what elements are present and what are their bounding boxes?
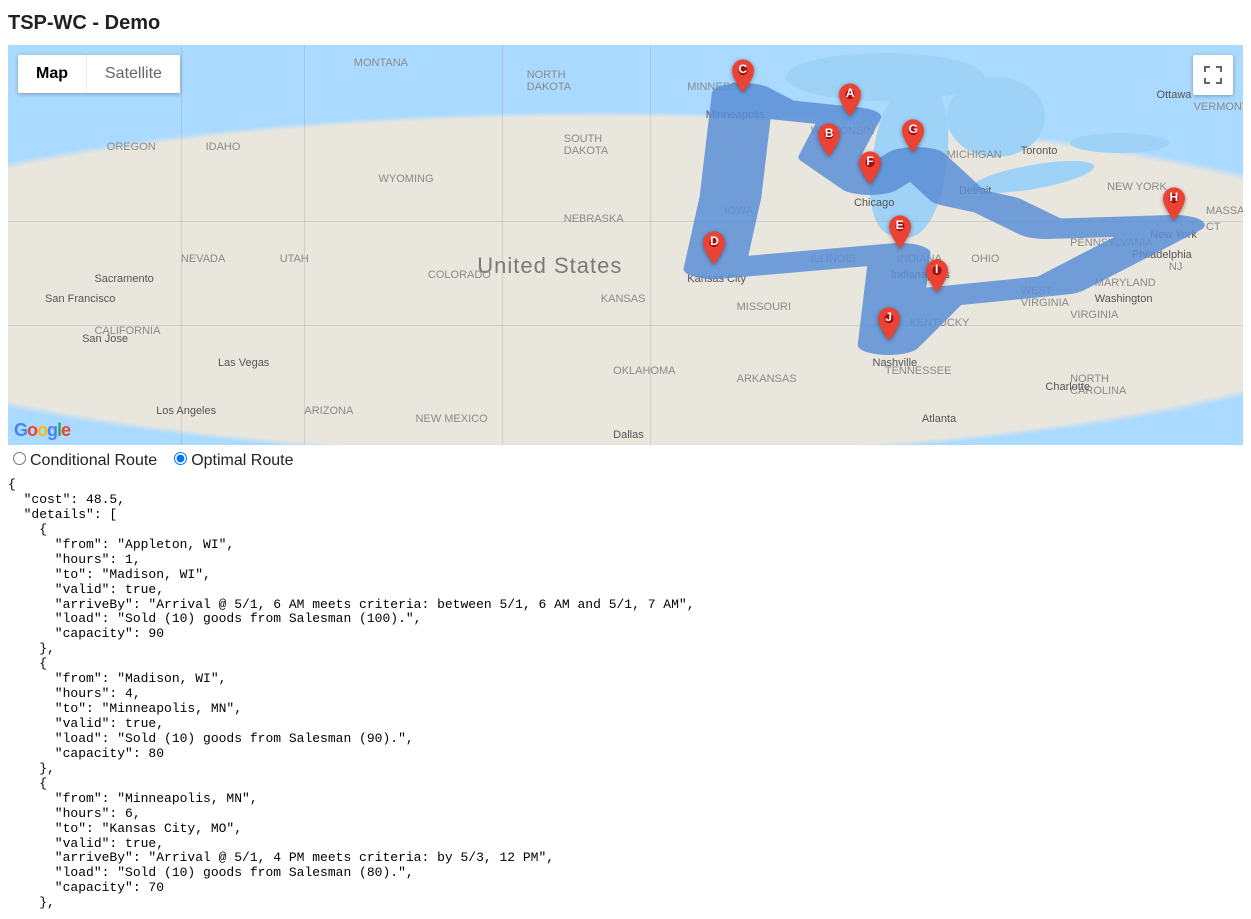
state-label: MISSOURI: [737, 301, 791, 313]
city-label: Atlanta: [922, 413, 956, 425]
map-marker-b[interactable]: B: [818, 123, 840, 157]
state-label: NEVADA: [181, 253, 225, 265]
state-label: MASSAC: [1206, 205, 1243, 217]
marker-letter: B: [818, 126, 840, 140]
state-label: NEBRASKA: [564, 213, 624, 225]
state-label: NJ: [1169, 261, 1182, 273]
map-marker-j[interactable]: J: [878, 307, 900, 341]
state-border: [650, 45, 651, 445]
city-label: Dallas: [613, 429, 644, 441]
map-type-satellite-button[interactable]: Satellite: [86, 55, 180, 93]
state-label: KENTUCKY: [910, 317, 970, 329]
city-label: San Jose: [82, 333, 128, 345]
state-label: VIRGINIA: [1070, 309, 1118, 321]
google-logo: Google: [14, 420, 70, 441]
city-label: Toronto: [1021, 145, 1058, 157]
fullscreen-icon: [1204, 66, 1222, 84]
state-label: OHIO: [971, 253, 999, 265]
map-type-control: Map Satellite: [18, 55, 180, 93]
state-label: KANSAS: [601, 293, 646, 305]
marker-letter: C: [732, 62, 754, 76]
city-label: Kansas City: [687, 273, 746, 285]
state-border: [304, 45, 305, 445]
lake-superior: [786, 53, 984, 101]
marker-letter: E: [889, 218, 911, 232]
map-center-label: United States: [477, 253, 622, 279]
city-label: Washington: [1095, 293, 1153, 305]
state-border: [8, 325, 1243, 326]
state-label: IDAHO: [206, 141, 241, 153]
city-label: Chicago: [854, 197, 894, 209]
route-option-radio-opt[interactable]: [174, 452, 187, 465]
state-label: MICHIGAN: [947, 149, 1002, 161]
state-label: NORTHDAKOTA: [527, 69, 571, 93]
state-label: NEW YORK: [1107, 181, 1167, 193]
city-label: Los Angeles: [156, 405, 216, 417]
page-title: TSP-WC - Demo: [8, 12, 1243, 35]
map-type-map-button[interactable]: Map: [18, 55, 86, 93]
state-label: WYOMING: [379, 173, 434, 185]
state-border: [502, 45, 503, 445]
marker-letter: F: [859, 154, 881, 168]
result-json-output: { "cost": 48.5, "details": [ { "from": "…: [8, 478, 1243, 911]
state-label: WESTVIRGINIA: [1021, 285, 1069, 309]
state-label: OREGON: [107, 141, 156, 153]
route-choice-group: Conditional Route Optimal Route: [8, 449, 1243, 470]
state-label: IOWA: [724, 205, 753, 217]
fullscreen-button[interactable]: [1193, 55, 1233, 95]
state-border: [8, 221, 1243, 222]
marker-letter: I: [926, 262, 948, 276]
map-marker-f[interactable]: F: [859, 151, 881, 185]
state-label: CT: [1206, 221, 1221, 233]
state-label: OKLAHOMA: [613, 365, 675, 377]
marker-letter: J: [878, 310, 900, 324]
state-label: NEW MEXICO: [416, 413, 488, 425]
map-marker-h[interactable]: H: [1163, 187, 1185, 221]
city-label: Philadelphia: [1132, 249, 1192, 261]
state-border: [181, 45, 182, 445]
lake-ontario: [1070, 133, 1169, 153]
city-label: San Francisco: [45, 293, 115, 305]
map-marker-a[interactable]: A: [839, 83, 861, 117]
map-container[interactable]: United States WASHINGTONMONTANANORTHDAKO…: [8, 45, 1243, 445]
city-label: Las Vegas: [218, 357, 269, 369]
state-label: ARIZONA: [304, 405, 353, 417]
marker-letter: D: [703, 234, 725, 248]
city-label: Sacramento: [94, 273, 153, 285]
map-marker-d[interactable]: D: [703, 231, 725, 265]
map-marker-g[interactable]: G: [902, 119, 924, 153]
city-label: Nashville: [873, 357, 918, 369]
state-label: ARKANSAS: [737, 373, 797, 385]
route-option-cond[interactable]: Conditional Route: [8, 452, 157, 469]
map-marker-i[interactable]: I: [926, 259, 948, 293]
city-label: Minneapolis: [706, 109, 765, 121]
city-label: Detroit: [959, 185, 991, 197]
state-label: PENNSYLVANIA: [1070, 237, 1153, 249]
state-label: UTAH: [280, 253, 309, 265]
map-marker-e[interactable]: E: [889, 215, 911, 249]
city-label: Charlotte: [1045, 381, 1090, 393]
route-option-label: Conditional Route: [30, 452, 157, 469]
city-label: Ottawa: [1157, 89, 1192, 101]
route-option-opt[interactable]: Optimal Route: [169, 452, 293, 469]
state-label: MONTANA: [354, 57, 408, 69]
map-marker-c[interactable]: C: [732, 59, 754, 93]
state-label: ILLINOIS: [811, 253, 856, 265]
route-option-label: Optimal Route: [191, 452, 293, 469]
marker-letter: H: [1163, 190, 1185, 204]
state-label: MARYLAND: [1095, 277, 1156, 289]
state-label: VERMONT: [1194, 101, 1243, 113]
marker-letter: G: [902, 122, 924, 136]
state-label: COLORADO: [428, 269, 491, 281]
route-option-radio-cond[interactable]: [13, 452, 26, 465]
state-label: SOUTHDAKOTA: [564, 133, 608, 157]
city-label: New York: [1150, 229, 1196, 241]
marker-letter: A: [839, 86, 861, 100]
